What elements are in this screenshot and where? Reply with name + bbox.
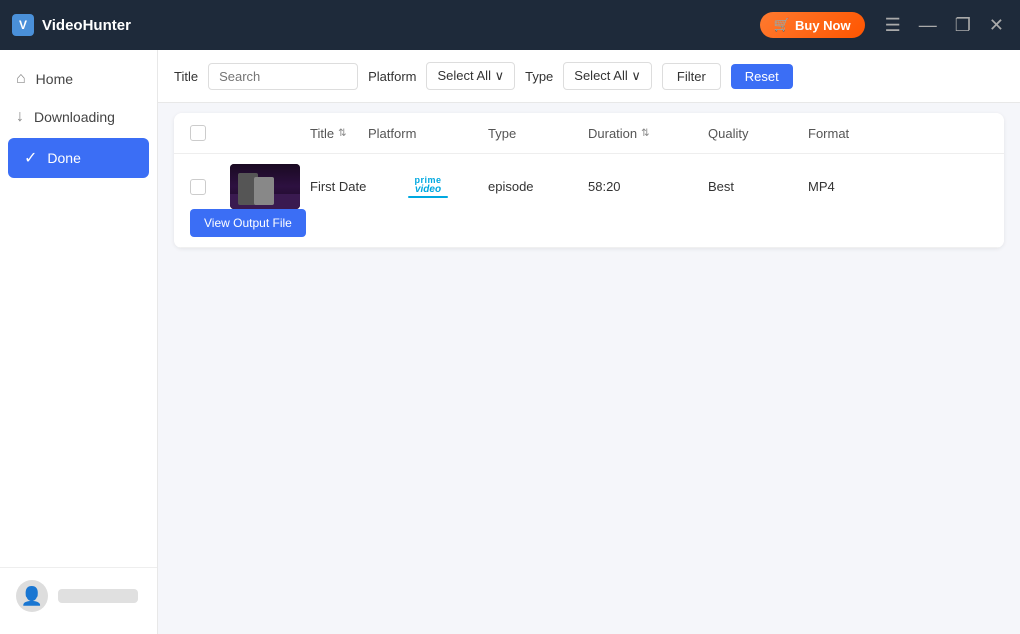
download-icon: ↓ bbox=[16, 108, 24, 126]
content-area: Title Platform Select All ∨ Type Select … bbox=[158, 50, 1020, 634]
sidebar-downloading-label: Downloading bbox=[34, 109, 115, 125]
reset-button[interactable]: Reset bbox=[731, 64, 793, 89]
title-sort-icon[interactable]: ⇅ bbox=[338, 128, 346, 139]
thumb-person2 bbox=[254, 177, 274, 205]
type-col-label: Type bbox=[488, 126, 516, 141]
duration-sort-icon[interactable]: ⇅ bbox=[641, 128, 649, 139]
titlebar: V VideoHunter 🛒 Buy Now ☰ — ❐ ✕ bbox=[0, 0, 1020, 50]
header-type-col: Type bbox=[488, 126, 588, 141]
row-checkbox[interactable] bbox=[190, 179, 206, 195]
app-title: VideoHunter bbox=[42, 17, 131, 34]
table-header: Title ⇅ Platform Type Duration ⇅ Quality bbox=[174, 113, 1004, 154]
titlebar-right: 🛒 Buy Now ☰ — ❐ ✕ bbox=[760, 12, 1008, 38]
row-format-cell: MP4 bbox=[808, 178, 988, 196]
window-controls: ☰ — ❐ ✕ bbox=[881, 14, 1008, 36]
sidebar-item-downloading[interactable]: ↓ Downloading bbox=[0, 98, 157, 136]
data-table: Title ⇅ Platform Type Duration ⇅ Quality bbox=[174, 113, 1004, 248]
platform-select[interactable]: Select All ∨ bbox=[426, 62, 515, 90]
type-select-value: Select All ∨ bbox=[574, 68, 641, 84]
thumbnail-scene bbox=[230, 164, 300, 209]
row-checkbox-cell bbox=[190, 179, 230, 195]
app-logo: V bbox=[12, 14, 34, 36]
sidebar-item-done[interactable]: ✓ Done bbox=[8, 138, 149, 178]
user-info-placeholder bbox=[58, 589, 138, 603]
view-output-button[interactable]: View Output File bbox=[190, 209, 306, 237]
header-quality-col: Quality bbox=[708, 126, 808, 141]
title-label: Title bbox=[174, 69, 198, 84]
select-all-checkbox[interactable] bbox=[190, 125, 206, 141]
quality-col-label: Quality bbox=[708, 126, 748, 141]
header-platform-col: Platform bbox=[368, 126, 488, 141]
row-duration-cell: 58:20 bbox=[588, 178, 708, 196]
platform-col-label: Platform bbox=[368, 126, 416, 141]
sidebar: ⌂ Home ↓ Downloading ✓ Done 👤 bbox=[0, 50, 158, 634]
platform-select-value: Select All ∨ bbox=[437, 68, 504, 84]
header-title-col: Title ⇅ bbox=[310, 126, 368, 141]
done-icon: ✓ bbox=[24, 148, 37, 168]
buy-now-label: Buy Now bbox=[795, 18, 851, 33]
sidebar-item-home[interactable]: ⌂ Home bbox=[0, 60, 157, 98]
search-input[interactable] bbox=[208, 63, 358, 90]
prime-video-logo: prime video bbox=[368, 176, 488, 198]
header-checkbox-col bbox=[190, 125, 230, 141]
sidebar-done-label: Done bbox=[47, 150, 80, 166]
filter-button[interactable]: Filter bbox=[662, 63, 721, 90]
table-container: Title ⇅ Platform Type Duration ⇅ Quality bbox=[158, 103, 1020, 634]
title-col-label: Title bbox=[310, 126, 334, 141]
video-type: episode bbox=[488, 179, 534, 194]
sidebar-user: 👤 bbox=[0, 567, 157, 624]
minimize-button[interactable]: — bbox=[915, 14, 941, 36]
row-action-cell: View Output File bbox=[190, 209, 230, 237]
duration-col-label: Duration bbox=[588, 126, 637, 141]
format-col-label: Format bbox=[808, 126, 849, 141]
home-icon: ⌂ bbox=[16, 70, 26, 88]
maximize-button[interactable]: ❐ bbox=[951, 14, 975, 36]
app-logo-char: V bbox=[19, 18, 27, 32]
sidebar-home-label: Home bbox=[36, 71, 73, 87]
row-platform-cell: prime video bbox=[368, 176, 488, 198]
video-quality: Best bbox=[708, 179, 734, 194]
video-duration: 58:20 bbox=[588, 179, 621, 194]
row-quality-cell: Best bbox=[708, 178, 808, 196]
cart-icon: 🛒 bbox=[774, 17, 790, 33]
row-thumbnail-cell bbox=[230, 164, 310, 209]
toolbar: Title Platform Select All ∨ Type Select … bbox=[158, 50, 1020, 103]
main-layout: ⌂ Home ↓ Downloading ✓ Done 👤 Title Plat… bbox=[0, 50, 1020, 634]
avatar-icon: 👤 bbox=[21, 586, 43, 607]
header-duration-col: Duration ⇅ bbox=[588, 126, 708, 141]
table-row: First Date prime video episode 58:20 bbox=[174, 154, 1004, 248]
row-title-cell: First Date bbox=[310, 178, 368, 196]
close-button[interactable]: ✕ bbox=[985, 14, 1008, 36]
header-format-col: Format bbox=[808, 126, 988, 141]
video-format: MP4 bbox=[808, 179, 835, 194]
titlebar-left: V VideoHunter bbox=[12, 14, 131, 36]
sidebar-spacer bbox=[0, 180, 157, 567]
prime-video-text: video bbox=[415, 185, 441, 195]
platform-label: Platform bbox=[368, 69, 416, 84]
menu-icon[interactable]: ☰ bbox=[881, 14, 905, 36]
buy-now-button[interactable]: 🛒 Buy Now bbox=[760, 12, 865, 38]
row-type-cell: episode bbox=[488, 178, 588, 196]
prime-underline bbox=[408, 196, 448, 198]
video-title: First Date bbox=[310, 179, 366, 194]
type-select[interactable]: Select All ∨ bbox=[563, 62, 652, 90]
type-label: Type bbox=[525, 69, 553, 84]
video-thumbnail bbox=[230, 164, 300, 209]
avatar: 👤 bbox=[16, 580, 48, 612]
